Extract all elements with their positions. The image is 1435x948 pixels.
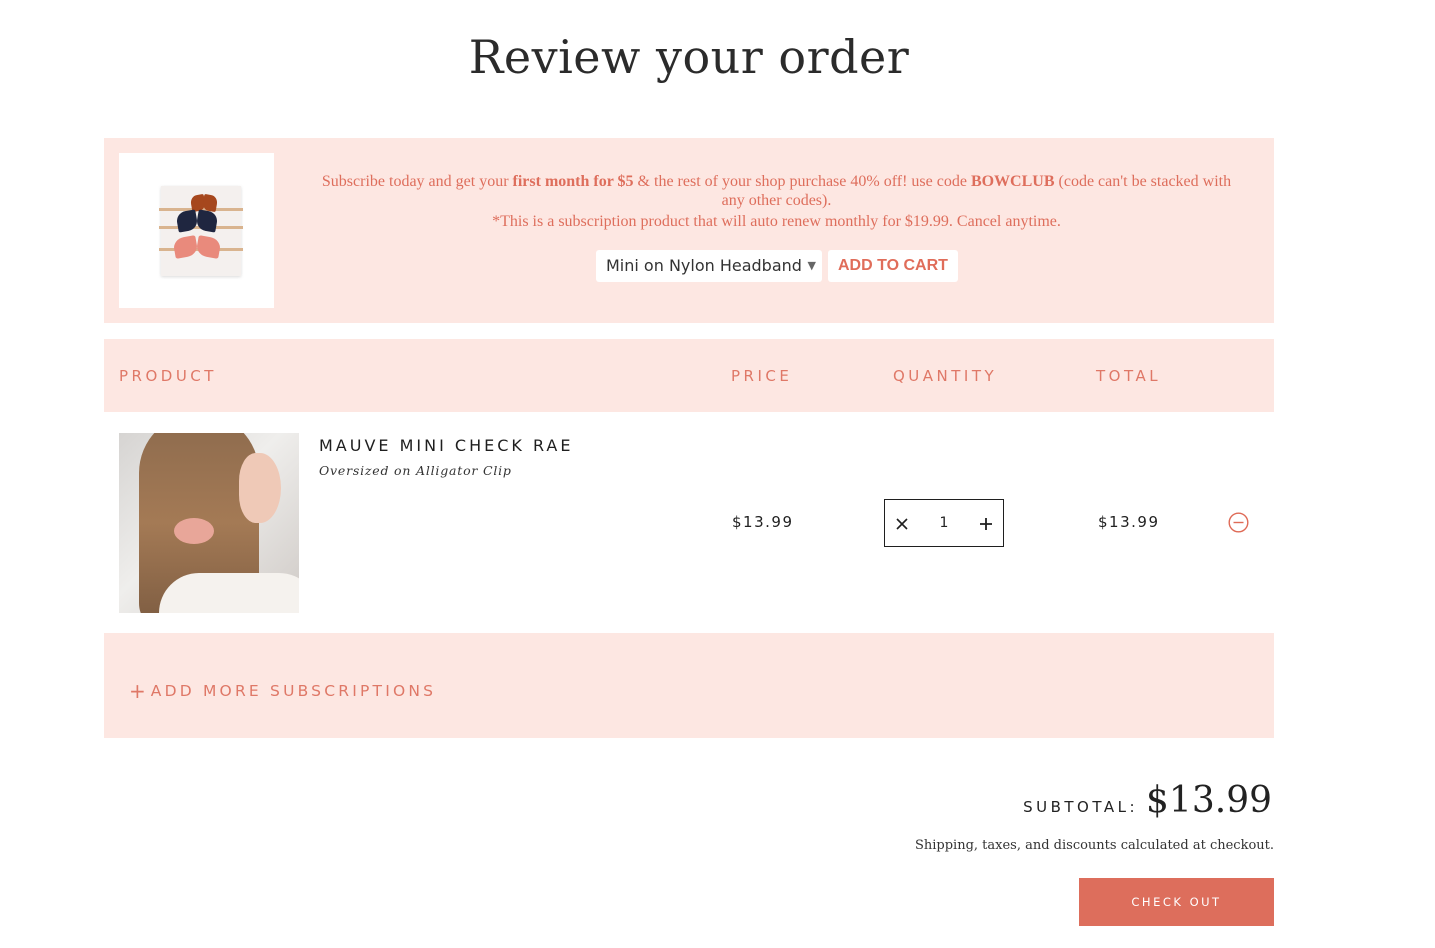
product-variant: Oversized on Alligator Clip	[319, 463, 512, 478]
increase-quantity-button[interactable]	[969, 500, 1003, 546]
shipping-note: Shipping, taxes, and discounts calculate…	[914, 838, 1274, 853]
caret-down-icon: ▼	[807, 259, 816, 272]
product-image-bow	[174, 518, 214, 544]
cart-table-header: PRODUCT PRICE QUANTITY TOTAL	[104, 339, 1274, 412]
decrease-quantity-button[interactable]	[885, 500, 919, 546]
product-image-face	[239, 453, 281, 523]
promo-text: Subscribe today and get your first month…	[314, 172, 1239, 231]
add-more-label: ADD MORE SUBSCRIPTIONS	[150, 682, 437, 700]
quantity-input[interactable]: 1	[919, 500, 969, 546]
variant-select-value: Mini on Nylon Headband	[606, 256, 802, 275]
rust-bow	[191, 195, 217, 211]
header-product: PRODUCT	[119, 367, 217, 385]
promo-code: BOWCLUB	[970, 173, 1055, 190]
plus-icon: +	[129, 679, 146, 703]
plus-icon	[980, 517, 992, 530]
checkout-button[interactable]: CHECK OUT	[1079, 878, 1274, 926]
header-price: PRICE	[731, 367, 793, 385]
product-price: $13.99	[732, 513, 794, 531]
header-total: TOTAL	[1096, 367, 1162, 385]
product-name[interactable]: MAUVE MINI CHECK RAE	[319, 436, 573, 455]
subscription-promo: Subscribe today and get your first month…	[104, 138, 1274, 323]
close-x-icon	[896, 517, 908, 530]
add-more-subscriptions-link[interactable]: + ADD MORE SUBSCRIPTIONS	[129, 679, 436, 703]
quantity-stepper: 1	[884, 499, 1004, 547]
subtotal: SUBTOTAL: $13.99	[1023, 780, 1272, 821]
subtotal-label: SUBTOTAL:	[1023, 798, 1139, 816]
header-quantity: QUANTITY	[893, 367, 998, 385]
coral-bow	[174, 237, 220, 257]
promo-offer: first month for $5	[512, 173, 634, 190]
promo-text-mid: & the rest of your shop purchase 40% off…	[633, 173, 971, 190]
promo-controls: Mini on Nylon Headband ▼ ADD TO CART	[596, 250, 958, 282]
page-title: Review your order	[468, 30, 910, 84]
promo-product-image	[119, 153, 274, 308]
variant-select[interactable]: Mini on Nylon Headband ▼	[596, 250, 822, 282]
minus-circle-icon	[1228, 512, 1249, 533]
product-image[interactable]	[119, 433, 299, 613]
navy-bow	[177, 211, 217, 231]
remove-item-button[interactable]	[1228, 512, 1249, 533]
promo-note: *This is a subscription product that wil…	[492, 213, 1061, 230]
add-to-cart-button[interactable]: ADD TO CART	[828, 250, 958, 282]
cart-page: Review your order Subscribe today and ge…	[0, 0, 1435, 948]
subtotal-value: $13.99	[1146, 780, 1272, 821]
line-total: $13.99	[1098, 513, 1160, 531]
promo-text-pre: Subscribe today and get your	[321, 173, 513, 190]
add-more-panel: + ADD MORE SUBSCRIPTIONS	[104, 633, 1274, 738]
product-image-shirt	[159, 573, 299, 613]
